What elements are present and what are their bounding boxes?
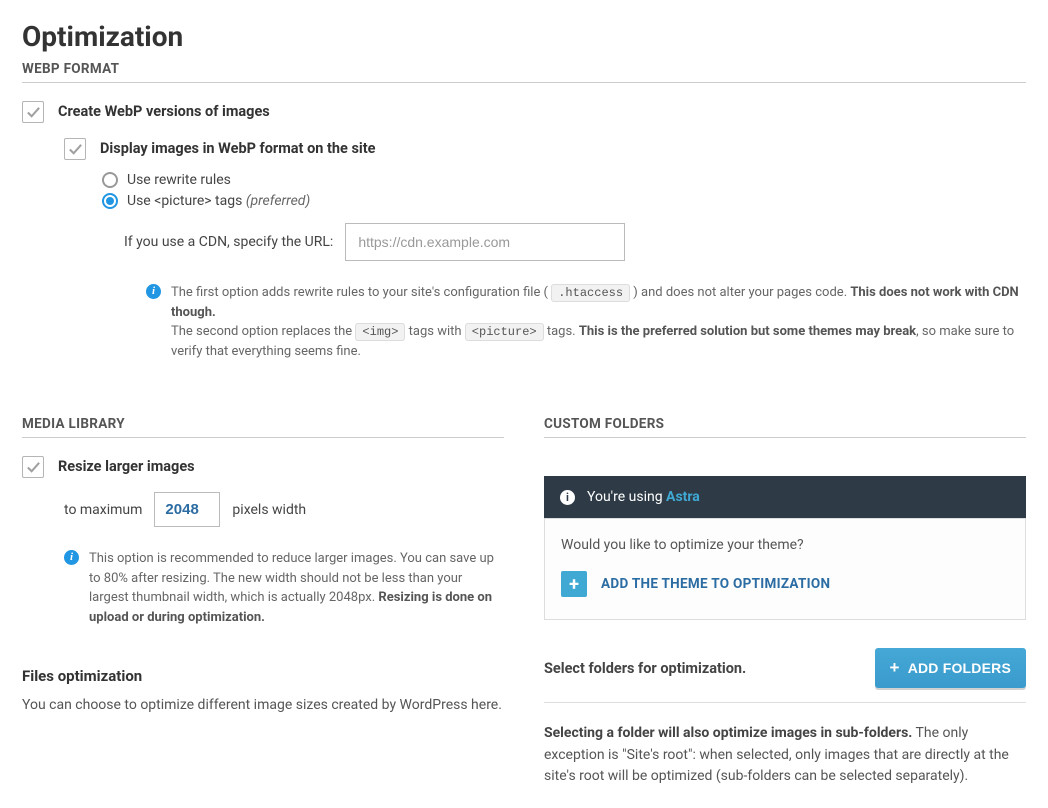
page-title: Optimization <box>22 20 1026 53</box>
add-theme-label: ADD THE THEME TO OPTIMIZATION <box>601 576 830 592</box>
theme-banner: i You're using Astra <box>544 476 1026 518</box>
webp-info-text: The first option adds rewrite rules to y… <box>171 283 1026 361</box>
checkbox-display-webp[interactable] <box>64 138 86 160</box>
theme-name: Astra <box>666 489 700 505</box>
theme-optimize-box: Would you like to optimize your theme? +… <box>544 518 1026 620</box>
radio-rewrite-label: Use rewrite rules <box>127 172 231 188</box>
resize-larger-label: Resize larger images <box>58 456 195 475</box>
check-icon <box>68 142 83 157</box>
info-icon: i <box>146 284 161 299</box>
divider <box>544 702 1026 703</box>
checkbox-create-webp[interactable] <box>22 101 44 123</box>
radio-rewrite-rules[interactable] <box>102 172 118 188</box>
checkbox-resize-larger[interactable] <box>22 456 44 478</box>
to-maximum-label: to maximum <box>64 502 142 518</box>
add-folders-label: ADD FOLDERS <box>908 660 1011 676</box>
files-optimization-desc: You can choose to optimize different ima… <box>22 695 504 717</box>
files-optimization-heading: Files optimization <box>22 667 504 685</box>
info-icon: i <box>64 550 79 565</box>
info-icon: i <box>560 490 575 505</box>
section-heading-webp: WEBP FORMAT <box>22 61 1026 83</box>
cdn-url-input[interactable] <box>345 223 625 261</box>
radio-picture-label: Use <picture> tags (preferred) <box>127 193 310 209</box>
cdn-url-label: If you use a CDN, specify the URL: <box>124 234 333 250</box>
check-icon <box>26 105 41 120</box>
display-webp-label: Display images in WebP format on the sit… <box>100 138 375 157</box>
select-folders-label: Select folders for optimization. <box>544 660 746 677</box>
radio-picture-tags[interactable] <box>102 193 118 209</box>
add-folders-button[interactable]: + ADD FOLDERS <box>875 648 1026 688</box>
add-theme-button[interactable]: + ADD THE THEME TO OPTIMIZATION <box>561 571 1009 597</box>
section-heading-custom-folders: CUSTOM FOLDERS <box>544 416 1026 438</box>
section-heading-media: MEDIA LIBRARY <box>22 416 504 438</box>
max-width-input[interactable] <box>154 492 220 527</box>
pixels-width-label: pixels width <box>232 502 306 518</box>
create-webp-label: Create WebP versions of images <box>58 101 270 120</box>
folders-description: Selecting a folder will also optimize im… <box>544 723 1026 788</box>
theme-optimize-question: Would you like to optimize your theme? <box>561 537 1009 553</box>
resize-info-text: This option is recommended to reduce lar… <box>89 549 504 627</box>
check-icon <box>26 460 41 475</box>
plus-icon: + <box>561 571 587 597</box>
plus-icon: + <box>890 658 900 678</box>
